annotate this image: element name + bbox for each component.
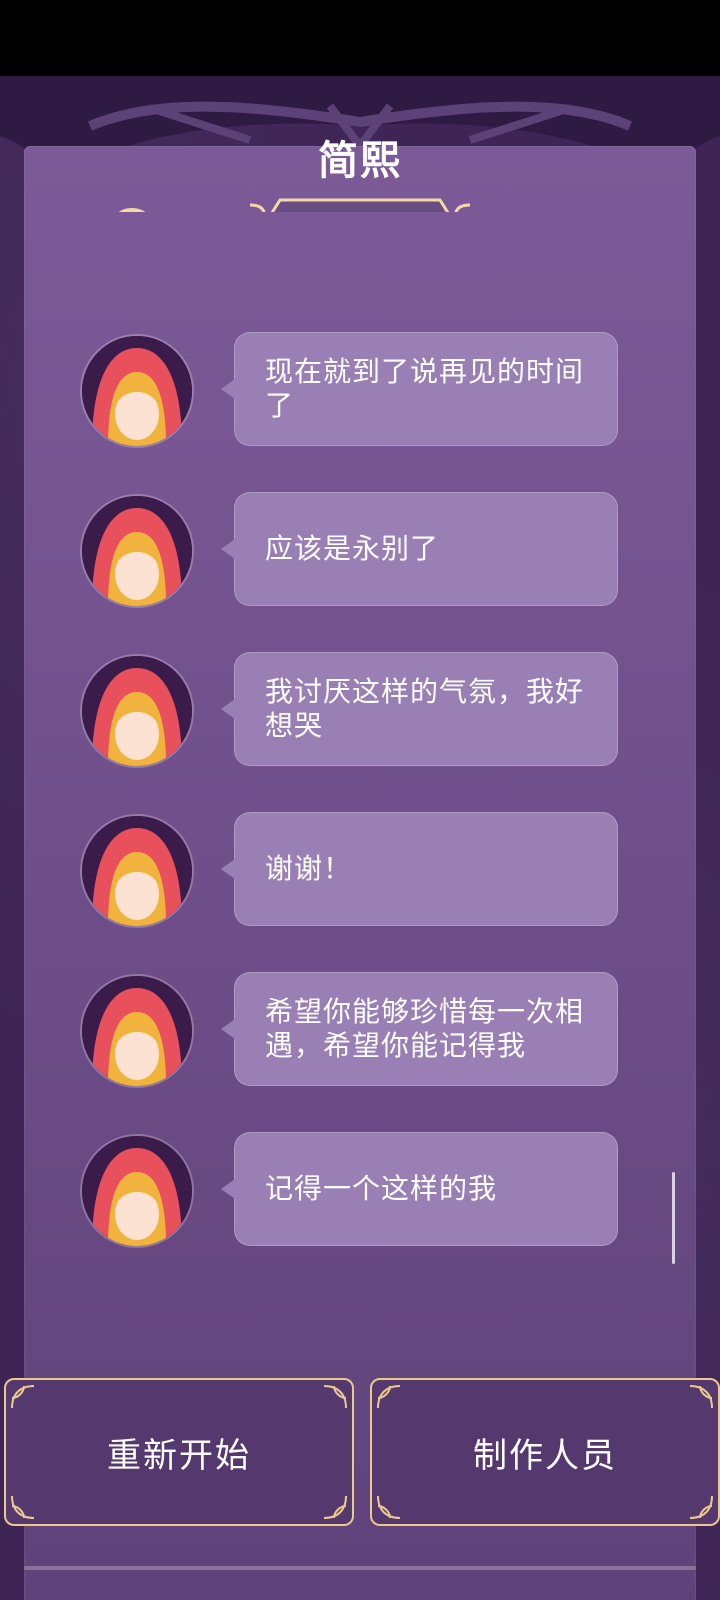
message-text: 记得一个这样的我	[265, 1172, 498, 1205]
corner-flourish-icon	[688, 1384, 714, 1410]
message-bubble: 谢谢！	[221, 812, 618, 926]
credits-button[interactable]: 制作人员	[370, 1378, 720, 1526]
red-hood-avatar	[82, 656, 192, 766]
dialogue-message: 我讨厌这样的气氛，我好想哭	[0, 652, 720, 772]
dialogue-message: 谢谢！	[0, 812, 720, 932]
dialogue-message: 记得一个这样的我	[0, 1132, 720, 1252]
corner-flourish-icon	[322, 1494, 348, 1520]
credits-button-label: 制作人员	[473, 1435, 617, 1476]
red-hood-avatar	[82, 496, 192, 606]
red-hood-avatar	[82, 336, 192, 446]
message-bubble: 现在就到了说再见的时间了	[221, 332, 618, 446]
restart-button-label: 重新开始	[107, 1435, 251, 1476]
scrollbar[interactable]	[672, 1172, 675, 1264]
message-bubble: 我讨厌这样的气氛，我好想哭	[221, 652, 618, 766]
message-text: 希望你能够珍惜每一次相遇，希望你能记得我	[265, 995, 585, 1062]
corner-flourish-icon	[376, 1384, 402, 1410]
dialogue-message: 应该是永别了	[0, 492, 720, 612]
message-text: 应该是永别了	[265, 532, 440, 565]
corner-flourish-icon	[10, 1384, 36, 1410]
corner-flourish-icon	[322, 1384, 348, 1410]
corner-flourish-icon	[376, 1494, 402, 1520]
message-text: 谢谢！	[265, 852, 353, 885]
dialogue-message: 现在就到了说再见的时间了	[0, 332, 720, 452]
message-text: 我讨厌这样的气氛，我好想哭	[265, 675, 585, 742]
message-bubble: 应该是永别了	[221, 492, 618, 606]
red-hood-avatar	[82, 816, 192, 926]
page-title: 简熙	[318, 138, 402, 184]
dialogue-message: 希望你能够珍惜每一次相遇，希望你能记得我	[0, 972, 720, 1092]
status-bar	[0, 0, 720, 76]
message-bubble: 记得一个这样的我	[221, 1132, 618, 1246]
red-hood-avatar	[82, 1136, 192, 1246]
bottom-divider	[24, 1566, 696, 1570]
corner-flourish-icon	[10, 1494, 36, 1520]
message-bubble: 希望你能够珍惜每一次相遇，希望你能记得我	[221, 972, 618, 1086]
red-hood-avatar	[82, 976, 192, 1086]
message-text: 现在就到了说再见的时间了	[265, 355, 585, 422]
restart-button[interactable]: 重新开始	[4, 1378, 354, 1526]
corner-flourish-icon	[688, 1494, 714, 1520]
